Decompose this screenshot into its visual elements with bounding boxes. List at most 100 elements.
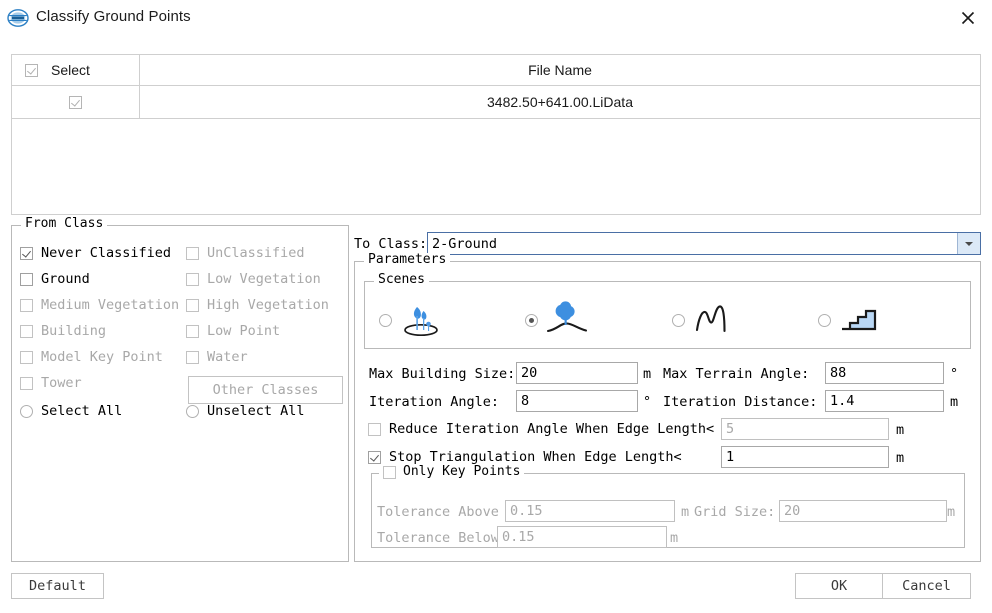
title-bar: Classify Ground Points — [0, 0, 992, 36]
tolerance-below-input[interactable]: 0.15 — [497, 526, 667, 548]
parameters-title: Parameters — [364, 253, 451, 267]
from-class-item-high-vegetation[interactable]: High Vegetation — [186, 297, 342, 313]
scenes-options-row — [365, 292, 972, 348]
stairs-terrain-icon — [837, 298, 883, 342]
from-class-item-building[interactable]: Building — [20, 323, 186, 339]
scene-option-tree-on-hill[interactable] — [525, 292, 590, 348]
radio-unselect-all[interactable] — [186, 404, 199, 418]
scene-option-mountain-curve[interactable] — [672, 292, 737, 348]
tolerance-below-label: Tolerance Below — [377, 530, 499, 546]
radio-scene-tree-on-hill[interactable] — [525, 313, 538, 327]
cancel-button[interactable]: Cancel — [883, 573, 971, 599]
chevron-down-icon[interactable] — [957, 233, 980, 254]
radio-select-all[interactable] — [20, 404, 33, 418]
checkbox-high-vegetation[interactable] — [186, 298, 199, 312]
checkbox-low-point[interactable] — [186, 324, 199, 338]
scenes-group: Scenes — [364, 273, 972, 349]
from-class-select-all[interactable]: Select All — [20, 403, 186, 419]
from-class-row: Ground Low Vegetation — [20, 266, 342, 292]
tolerance-below-unit: m — [670, 530, 679, 546]
grid-size-label: Grid Size: — [694, 504, 776, 520]
from-class-row: Building Low Point — [20, 318, 342, 344]
max-building-size-input[interactable]: 20 — [516, 362, 638, 384]
close-icon[interactable] — [950, 2, 986, 34]
label-select-all: Select All — [41, 403, 123, 419]
label-model-key-point: Model Key Point — [41, 349, 163, 365]
column-header-filename: File Name — [140, 55, 980, 85]
tree-on-hill-icon — [544, 298, 590, 342]
ok-button[interactable]: OK — [795, 573, 883, 599]
row-filename-cell: 3482.50+641.00.LiData — [487, 94, 633, 110]
from-class-item-low-vegetation[interactable]: Low Vegetation — [186, 271, 342, 287]
from-class-item-low-point[interactable]: Low Point — [186, 323, 342, 339]
stop-triangulation-unit: m — [896, 450, 905, 466]
checkbox-low-vegetation[interactable] — [186, 272, 199, 286]
only-key-points-title-row[interactable]: Only Key Points — [379, 465, 525, 479]
stop-triangulation-edge-length-input[interactable]: 1 — [721, 446, 889, 468]
flat-sparse-trees-icon — [398, 298, 444, 342]
from-class-item-water[interactable]: Water — [186, 349, 342, 365]
iteration-distance-unit: m — [950, 394, 959, 410]
default-button[interactable]: Default — [11, 573, 104, 599]
to-class-label: To Class: — [354, 236, 428, 252]
from-class-item-model-key-point[interactable]: Model Key Point — [20, 349, 186, 365]
max-terrain-angle-unit: ° — [950, 366, 959, 382]
scene-option-flat-sparse-trees[interactable] — [379, 292, 444, 348]
from-class-item-unclassified[interactable]: UnClassified — [186, 245, 342, 261]
other-classes-button[interactable]: Other Classes — [188, 376, 343, 404]
table-row[interactable]: 3482.50+641.00.LiData — [12, 86, 980, 119]
iteration-angle-input[interactable]: 8 — [516, 390, 638, 412]
checkbox-stop-triangulation[interactable] — [368, 450, 381, 464]
from-class-unselect-all[interactable]: Unselect All — [186, 403, 342, 419]
radio-scene-mountain-curve[interactable] — [672, 313, 685, 327]
iteration-distance-input[interactable]: 1.4 — [825, 390, 944, 412]
label-tower: Tower — [41, 375, 82, 391]
column-header-filename-label: File Name — [528, 62, 592, 78]
tolerance-above-input[interactable]: 0.15 — [505, 500, 675, 522]
label-low-point: Low Point — [207, 323, 281, 339]
label-unclassified: UnClassified — [207, 245, 305, 261]
from-class-item-never-classified[interactable]: Never Classified — [20, 245, 186, 261]
label-low-vegetation: Low Vegetation — [207, 271, 321, 287]
from-class-item-tower[interactable]: Tower — [20, 375, 186, 391]
stop-triangulation-row[interactable]: Stop Triangulation When Edge Length< — [368, 449, 682, 465]
row-select-cell — [12, 86, 140, 118]
mountain-curve-icon — [691, 298, 737, 342]
checkbox-water[interactable] — [186, 350, 199, 364]
checkbox-only-key-points[interactable] — [383, 465, 396, 479]
column-header-select: Select — [12, 55, 140, 85]
checkbox-ground[interactable] — [20, 272, 33, 286]
radio-scene-stairs-terrain[interactable] — [818, 313, 831, 327]
table-header-row: Select File Name — [12, 55, 980, 86]
scene-option-stairs-terrain[interactable] — [818, 292, 883, 348]
from-class-row: Medium Vegetation High Vegetation — [20, 292, 342, 318]
label-reduce-iteration-angle: Reduce Iteration Angle When Edge Length< — [389, 421, 715, 437]
lidar360-logo-icon — [7, 7, 29, 29]
checkbox-reduce-iteration-angle[interactable] — [368, 422, 381, 436]
checkbox-medium-vegetation[interactable] — [20, 298, 33, 312]
row-select-checkbox[interactable] — [69, 95, 82, 109]
max-terrain-angle-input[interactable]: 88 — [825, 362, 944, 384]
to-class-combobox[interactable]: 2-Ground — [427, 232, 981, 255]
checkbox-never-classified[interactable] — [20, 246, 33, 260]
label-stop-triangulation: Stop Triangulation When Edge Length< — [389, 449, 682, 465]
from-class-row: Never Classified UnClassified — [20, 240, 342, 266]
checkbox-building[interactable] — [20, 324, 33, 338]
from-class-item-medium-vegetation[interactable]: Medium Vegetation — [20, 297, 186, 313]
checkbox-unclassified[interactable] — [186, 246, 199, 260]
checkbox-tower[interactable] — [20, 376, 33, 390]
max-building-size-unit: m — [643, 366, 652, 382]
grid-size-input[interactable]: 20 — [779, 500, 947, 522]
reduce-iteration-row[interactable]: Reduce Iteration Angle When Edge Length< — [368, 421, 714, 437]
file-table: Select File Name 3482.50+641.00.LiData — [11, 54, 981, 215]
checkbox-model-key-point[interactable] — [20, 350, 33, 364]
from-class-title: From Class — [21, 217, 108, 231]
window-title: Classify Ground Points — [36, 8, 191, 25]
reduce-iteration-edge-length-input[interactable]: 5 — [721, 418, 889, 440]
radio-scene-flat-sparse-trees[interactable] — [379, 313, 392, 327]
label-never-classified: Never Classified — [41, 245, 172, 261]
iteration-distance-label: Iteration Distance: — [663, 394, 818, 410]
from-class-item-ground[interactable]: Ground — [20, 271, 186, 287]
max-terrain-angle-label: Max Terrain Angle: — [663, 366, 810, 382]
select-all-files-checkbox[interactable] — [25, 63, 38, 77]
